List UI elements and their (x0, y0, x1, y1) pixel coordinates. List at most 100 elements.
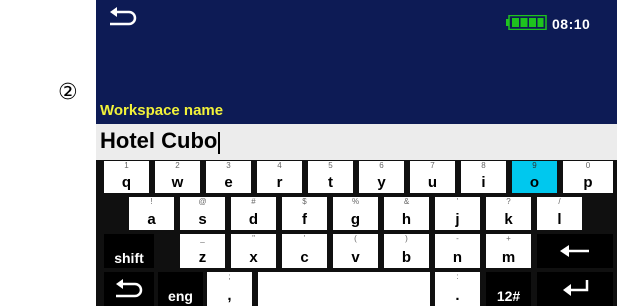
key-alt-char: 0 (585, 161, 591, 170)
key-b[interactable]: ) b (384, 234, 429, 268)
key-alt-char: : (456, 272, 459, 281)
key-char: k (504, 211, 513, 228)
key-alt-char: # (251, 197, 256, 206)
key-u[interactable]: 7u (410, 161, 455, 193)
key-alt-char: _ (200, 234, 205, 243)
key-v[interactable]: (v (333, 234, 378, 268)
key-alt-char: ( (354, 234, 357, 243)
key-char: y (377, 174, 386, 191)
key-x[interactable]: " x (231, 234, 276, 268)
key-alt-char: 1 (124, 161, 129, 170)
key-d[interactable]: # d (231, 197, 276, 230)
key-char: p (583, 174, 593, 191)
symbols-key[interactable]: 12# (486, 272, 531, 306)
key-l[interactable]: / l (537, 197, 582, 230)
key-alt-char: / (558, 197, 561, 206)
key-g[interactable]: % g (333, 197, 378, 230)
key-r[interactable]: 4r (257, 161, 302, 193)
header-bar: 08:10 Workspace name (96, 0, 617, 124)
device-screen: 08:10 Workspace name Hotel Cubo 1q 2w 3e… (96, 0, 617, 306)
key-char: j (455, 211, 460, 228)
shift-label: shift (114, 250, 144, 266)
step-marker: ② (58, 80, 78, 105)
key-m[interactable]: + m (486, 234, 531, 268)
key-alt-char: ' (456, 197, 459, 206)
key-h[interactable]: & h (384, 197, 429, 230)
key-a[interactable]: ! a (129, 197, 174, 230)
on-screen-keyboard: 1q 2w 3e 4r 5t 6y 7u 8i 9o 0p ! a @ s # d $… (96, 160, 617, 306)
key-char: d (248, 211, 259, 228)
key-z[interactable]: _ z (180, 234, 225, 268)
language-key[interactable]: eng (158, 272, 203, 306)
key-alt-char: & (403, 197, 410, 206)
key-f[interactable]: $ f (282, 197, 327, 230)
key-k[interactable]: ? k (486, 197, 531, 230)
key-alt-char: " (252, 234, 255, 243)
key-period[interactable]: :. (435, 272, 480, 306)
key-char: q (121, 174, 132, 191)
key-alt-char: ! (150, 197, 153, 206)
key-alt-char: 7 (430, 161, 435, 170)
back-button[interactable] (104, 4, 138, 30)
workspace-name-value: Hotel Cubo (100, 128, 218, 153)
space-key[interactable] (258, 272, 430, 306)
key-o[interactable]: 9o (512, 161, 557, 193)
key-alt-char: 3 (226, 161, 231, 170)
key-alt-char: $ (302, 197, 307, 206)
key-char: w (171, 174, 184, 191)
key-p[interactable]: 0p (563, 161, 613, 193)
key-char: x (249, 249, 258, 266)
symbols-label: 12# (496, 288, 521, 304)
key-char: f (302, 211, 307, 228)
key-alt-char: - (456, 234, 459, 243)
workspace-name-label: Workspace name (100, 102, 224, 119)
key-alt-char: 9 (532, 161, 537, 170)
key-i[interactable]: 8i (461, 161, 506, 193)
key-char: m (501, 249, 516, 266)
battery-full-icon (506, 14, 547, 31)
key-alt-char: 5 (328, 161, 333, 170)
key-char: b (401, 249, 412, 266)
key-alt-char: 4 (277, 161, 282, 170)
key-char: i (481, 174, 486, 191)
key-char: s (198, 211, 207, 228)
key-char: c (300, 249, 309, 266)
key-char: g (350, 211, 361, 228)
key-alt-char: 6 (379, 161, 384, 170)
enter-arrow-icon (563, 280, 589, 296)
key-char: t (328, 174, 333, 191)
key-alt-char: 2 (175, 161, 180, 170)
key-t[interactable]: 5t (308, 161, 353, 193)
key-y[interactable]: 6y (359, 161, 404, 193)
key-char: a (147, 211, 156, 228)
back-arrow-icon (110, 7, 137, 26)
language-label: eng (168, 288, 193, 304)
key-s[interactable]: @ s (180, 197, 225, 230)
key-n[interactable]: -n (435, 234, 480, 268)
key-char: u (427, 174, 438, 191)
key-alt-char: 8 (481, 161, 486, 170)
key-w[interactable]: 2w (155, 161, 200, 193)
key-comma[interactable]: ;, (207, 272, 252, 306)
key-alt-char: ? (506, 197, 511, 206)
key-char: o (529, 174, 540, 191)
key-q[interactable]: 1q (104, 161, 149, 193)
back-key[interactable] (104, 272, 154, 306)
key-char: h (401, 211, 412, 228)
key-e[interactable]: 3e (206, 161, 251, 193)
backspace-key[interactable] (537, 234, 613, 268)
key-char: z (198, 249, 207, 266)
key-char: . (455, 287, 460, 304)
clock-time: 08:10 (552, 16, 591, 32)
key-alt-char: @ (198, 197, 207, 206)
workspace-name-input[interactable]: Hotel Cubo (96, 124, 617, 160)
key-j[interactable]: ' j (435, 197, 480, 230)
back-arrow-icon (116, 279, 143, 298)
shift-key[interactable]: shift (104, 234, 154, 268)
enter-key[interactable] (537, 272, 613, 306)
key-alt-char: ) (405, 234, 408, 243)
key-char: , (227, 287, 232, 304)
key-char: e (224, 174, 233, 191)
key-c[interactable]: ' c (282, 234, 327, 268)
key-alt-char: % (351, 197, 360, 206)
